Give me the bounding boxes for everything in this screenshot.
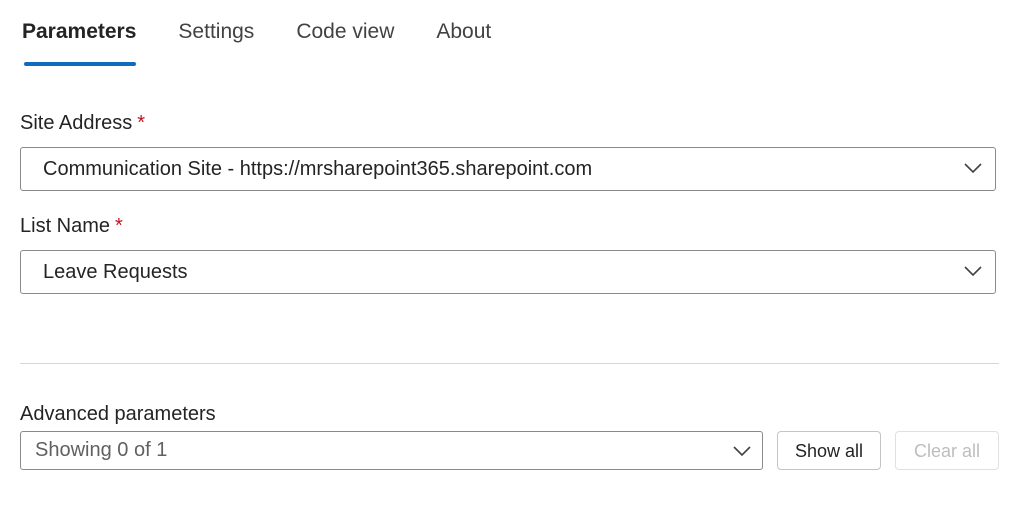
- show-all-button[interactable]: Show all: [777, 431, 881, 470]
- site-address-label: Site Address *: [20, 112, 145, 135]
- advanced-parameters-label: Advanced parameters: [20, 403, 216, 425]
- tab-list: Parameters Settings Code view About: [22, 0, 533, 70]
- required-marker: *: [137, 112, 146, 134]
- site-address-dropdown[interactable]: Communication Site - https://mrsharepoin…: [20, 147, 996, 191]
- list-name-dropdown[interactable]: Leave Requests: [20, 250, 996, 294]
- site-address-value: Communication Site - https://mrsharepoin…: [43, 158, 593, 180]
- list-name-value: Leave Requests: [43, 261, 188, 283]
- chevron-down-icon: [964, 266, 982, 277]
- tab-parameters[interactable]: Parameters: [22, 0, 137, 66]
- clear-all-button[interactable]: Clear all: [895, 431, 999, 470]
- advanced-parameters-value: Showing 0 of 1: [35, 439, 168, 461]
- section-divider: [20, 363, 999, 364]
- chevron-down-icon: [964, 163, 982, 174]
- advanced-parameters-dropdown[interactable]: Showing 0 of 1: [20, 431, 763, 470]
- tab-about[interactable]: About: [436, 0, 491, 66]
- list-name-label-text: List Name: [20, 215, 111, 237]
- chevron-down-icon: [733, 446, 751, 457]
- required-marker: *: [115, 215, 123, 237]
- tab-code-view[interactable]: Code view: [296, 0, 394, 66]
- tab-settings[interactable]: Settings: [178, 0, 254, 66]
- list-name-label: List Name *: [20, 215, 123, 238]
- site-address-label-text: Site Address: [20, 112, 133, 134]
